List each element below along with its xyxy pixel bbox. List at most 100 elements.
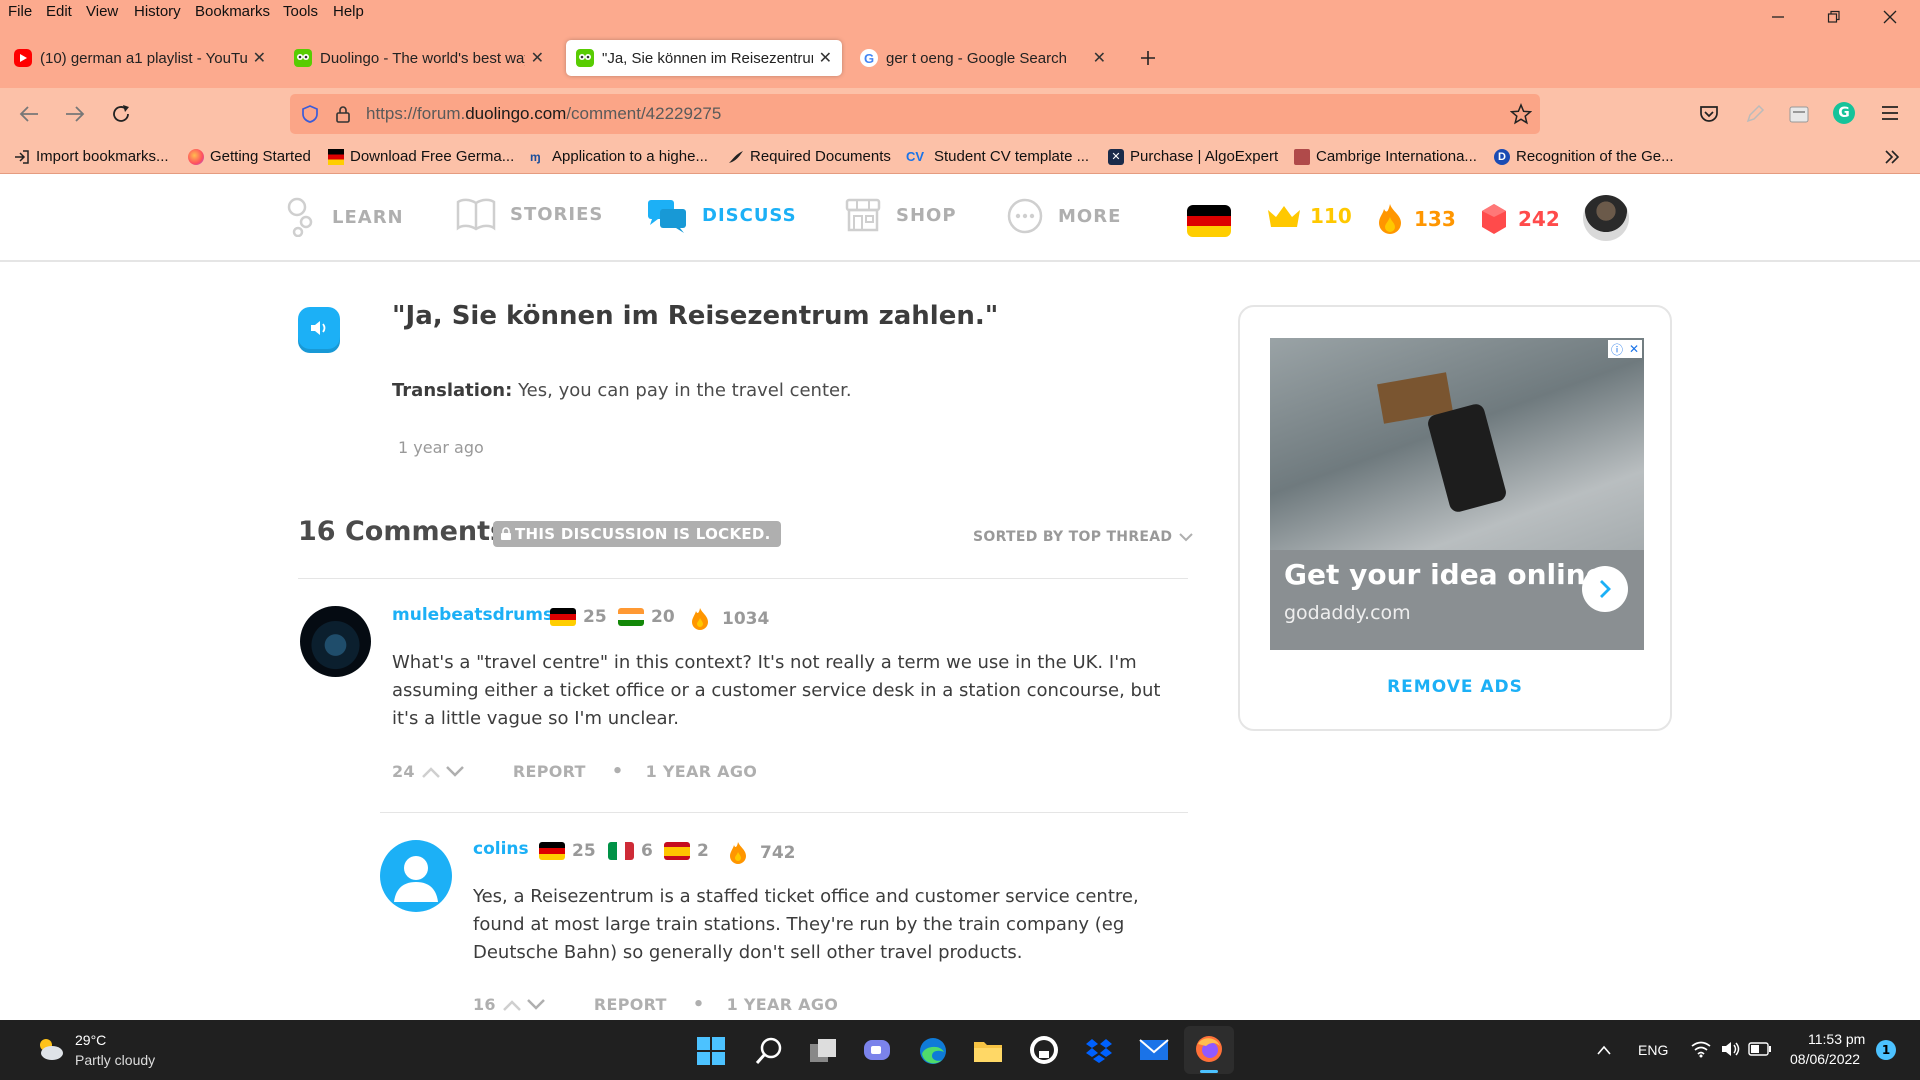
gems-counter[interactable]: 242	[1480, 203, 1560, 235]
comment-time: 1 YEAR AGO	[645, 762, 758, 781]
upvote-icon[interactable]	[502, 998, 522, 1012]
level-value: 25	[572, 841, 596, 861]
comment-avatar[interactable]	[380, 840, 452, 912]
sort-dropdown[interactable]: SORTED BY TOP THREAD	[973, 529, 1194, 545]
nav-stories[interactable]: STORIES	[456, 197, 603, 231]
bookmark-download-german[interactable]: Download Free Germa...	[328, 148, 514, 165]
new-tab-button[interactable]	[1138, 48, 1158, 68]
tab-google-search[interactable]: G ger t oeng - Google Search ✕	[850, 40, 1116, 76]
bookmark-student-cv[interactable]: CV Student CV template ...	[906, 148, 1089, 165]
hamburger-menu-icon[interactable]	[1880, 104, 1900, 122]
comment-username[interactable]: mulebeatsdrums	[392, 605, 553, 625]
input-language[interactable]: ENG	[1638, 1042, 1668, 1058]
navigation-bar: https://forum.duolingo.com/comment/42229…	[0, 88, 1920, 140]
clock-date[interactable]: 08/06/2022	[1790, 1051, 1860, 1067]
menu-view[interactable]: View	[86, 3, 118, 20]
remove-ads-link[interactable]: REMOVE ADS	[1240, 677, 1670, 697]
godaddy-ad[interactable]: ⓘ ✕ Get your idea online. godaddy.com	[1270, 338, 1644, 650]
bookmark-cambridge[interactable]: Cambrige Internationa...	[1294, 148, 1477, 165]
course-flag-german[interactable]	[1187, 205, 1231, 237]
pen-icon[interactable]	[1744, 103, 1766, 125]
tab-duolingo-discussion[interactable]: "Ja, Sie können im Reisezentrum zahlen."…	[566, 40, 842, 76]
upvote-icon[interactable]	[421, 765, 441, 779]
reload-button[interactable]	[110, 103, 132, 125]
mail-button[interactable]	[1138, 1036, 1170, 1064]
flame-icon	[730, 842, 746, 864]
course-level-german: 25	[539, 841, 596, 861]
url-text[interactable]: https://forum.duolingo.com/comment/42229…	[366, 104, 721, 124]
edge-button[interactable]	[918, 1036, 948, 1066]
course-level-german: 25	[550, 607, 607, 627]
menu-help[interactable]: Help	[333, 3, 364, 20]
downvote-icon[interactable]	[526, 998, 546, 1012]
chat-bubbles-icon	[648, 200, 686, 233]
tab-close-icon[interactable]: ✕	[1093, 48, 1106, 68]
nav-more[interactable]: MORE	[1006, 197, 1121, 235]
wifi-icon[interactable]	[1690, 1040, 1712, 1058]
tab-title: Duolingo - The world's best way to learn…	[320, 49, 525, 67]
edge-icon	[920, 1038, 946, 1064]
tab-close-icon[interactable]: ✕	[531, 48, 544, 68]
chevron-up-icon[interactable]	[1596, 1044, 1612, 1056]
adchoices-icon[interactable]: ⓘ ✕	[1608, 340, 1642, 358]
tab-youtube[interactable]: (10) german a1 playlist - YouTube ✕	[4, 40, 276, 76]
volume-icon[interactable]	[1720, 1040, 1742, 1058]
bookmark-getting-started[interactable]: Getting Started	[188, 148, 311, 165]
play-audio-button[interactable]	[298, 307, 340, 349]
windows-taskbar: 29°C Partly cloudy ENG 11:53 pm 08/06/20…	[0, 1020, 1920, 1080]
firefox-icon	[188, 148, 204, 165]
bookmark-recognition[interactable]: D Recognition of the Ge...	[1494, 148, 1674, 165]
menu-file[interactable]: File	[8, 3, 32, 20]
bookmark-import[interactable]: Import bookmarks...	[14, 148, 169, 165]
url-bar[interactable]: https://forum.duolingo.com/comment/42229…	[290, 94, 1540, 134]
tab-duolingo-home[interactable]: Duolingo - The world's best way to learn…	[284, 40, 554, 76]
clock-time[interactable]: 11:53 pm	[1808, 1031, 1865, 1047]
firefox-taskbar-button[interactable]	[1184, 1026, 1234, 1074]
comment-username[interactable]: colins	[473, 839, 529, 859]
grammarly-icon[interactable]: G	[1833, 102, 1855, 124]
bookmark-application[interactable]: ɱ Application to a highe...	[530, 148, 708, 165]
report-link[interactable]: REPORT	[594, 995, 667, 1014]
bookmark-required-documents[interactable]: Required Documents	[728, 148, 891, 165]
menu-bookmarks[interactable]: Bookmarks	[195, 3, 270, 20]
ad-next-button[interactable]	[1582, 566, 1628, 612]
nav-learn[interactable]: LEARN	[284, 197, 404, 237]
forward-button[interactable]	[64, 104, 86, 124]
shield-icon[interactable]	[300, 104, 320, 124]
crowns-counter[interactable]: 110	[1266, 203, 1352, 229]
german-flag-icon	[328, 148, 344, 165]
menu-edit[interactable]: Edit	[46, 3, 72, 20]
star-icon[interactable]	[1510, 103, 1532, 125]
comment-streak: 742	[728, 841, 796, 865]
tab-close-icon[interactable]: ✕	[253, 48, 266, 68]
teams-button[interactable]	[862, 1036, 892, 1066]
notification-badge[interactable]: 1	[1876, 1040, 1896, 1060]
profile-avatar[interactable]	[1583, 195, 1629, 241]
streak-counter[interactable]: 133	[1376, 203, 1456, 235]
chevron-double-right-icon[interactable]	[1884, 149, 1900, 165]
start-button[interactable]	[696, 1036, 726, 1066]
vote-count: 24	[392, 762, 415, 781]
pocket-icon[interactable]	[1698, 103, 1720, 125]
plus-icon	[1141, 51, 1155, 65]
nav-discuss[interactable]: DISCUSS	[646, 197, 797, 233]
battery-icon[interactable]	[1748, 1042, 1772, 1056]
weather-widget[interactable]	[36, 1036, 64, 1062]
comment-avatar[interactable]	[300, 606, 371, 677]
extension-icon[interactable]	[1788, 103, 1812, 125]
github-button[interactable]	[1028, 1034, 1060, 1066]
duolingo-header: LEARN STORIES DISCUSS SHOP MORE 110 133 …	[0, 175, 1920, 262]
task-view-button[interactable]	[808, 1036, 838, 1066]
tab-close-icon[interactable]: ✕	[819, 48, 832, 68]
dropbox-button[interactable]	[1084, 1036, 1114, 1066]
report-link[interactable]: REPORT	[513, 762, 586, 781]
downvote-icon[interactable]	[445, 765, 465, 779]
lock-icon[interactable]	[334, 104, 352, 124]
back-button[interactable]	[18, 104, 40, 124]
menu-history[interactable]: History	[134, 3, 181, 20]
nav-shop[interactable]: SHOP	[844, 197, 957, 233]
search-button[interactable]	[754, 1036, 784, 1066]
menu-tools[interactable]: Tools	[283, 3, 318, 20]
bookmark-algoexpert[interactable]: ✕ Purchase | AlgoExpert	[1108, 148, 1278, 165]
file-explorer-button[interactable]	[972, 1036, 1004, 1066]
